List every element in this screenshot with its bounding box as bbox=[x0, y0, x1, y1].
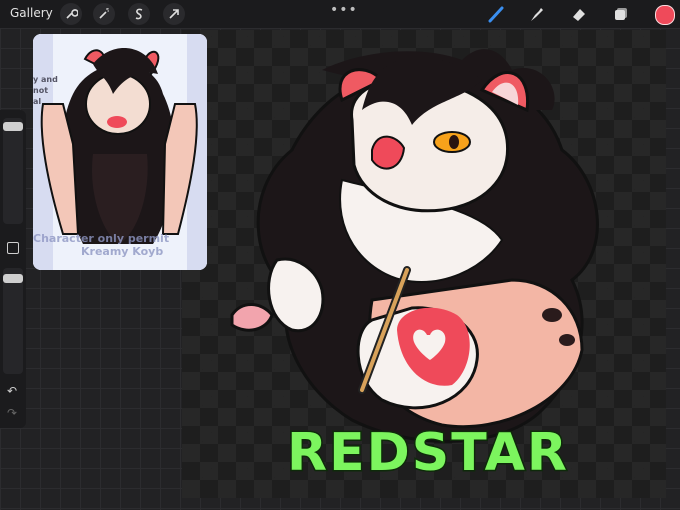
brush-size-slider[interactable] bbox=[3, 118, 23, 224]
opacity-thumb[interactable] bbox=[3, 274, 23, 283]
drawing-canvas[interactable]: REDSTAR bbox=[182, 30, 666, 498]
artwork-title: REDSTAR bbox=[287, 423, 569, 483]
reference-window[interactable]: y and not al Character only permit Kream… bbox=[33, 34, 207, 270]
undo-icon[interactable]: ↶ bbox=[5, 384, 19, 398]
brush-size-thumb[interactable] bbox=[3, 122, 23, 131]
top-toolbar: Gallery ••• bbox=[0, 0, 680, 28]
opacity-slider[interactable] bbox=[3, 268, 23, 374]
color-picker-swatch[interactable] bbox=[655, 5, 675, 25]
ref-watermark-1: Character only permit bbox=[33, 232, 170, 245]
gallery-button[interactable]: Gallery bbox=[10, 6, 53, 20]
eraser-icon[interactable] bbox=[568, 3, 590, 25]
artwork-title-text: REDSTAR bbox=[248, 418, 608, 488]
left-sidebar: ↶ ↷ bbox=[0, 110, 26, 428]
redo-icon[interactable]: ↷ bbox=[5, 406, 19, 420]
transform-arrow-icon[interactable] bbox=[163, 3, 185, 25]
layers-icon[interactable] bbox=[610, 3, 632, 25]
ref-text-3: al bbox=[33, 97, 42, 106]
more-options-icon[interactable]: ••• bbox=[330, 2, 358, 18]
brush-icon[interactable] bbox=[485, 3, 507, 25]
wrench-icon[interactable] bbox=[60, 3, 82, 25]
smudge-icon[interactable] bbox=[525, 3, 547, 25]
ref-watermark-2: Kreamy Koyb bbox=[81, 245, 164, 258]
magic-wand-icon[interactable] bbox=[93, 3, 115, 25]
selection-s-icon[interactable] bbox=[128, 3, 150, 25]
ref-text-2: not bbox=[33, 86, 49, 95]
modify-button[interactable] bbox=[7, 242, 19, 254]
ref-text-1: y and bbox=[33, 75, 58, 84]
